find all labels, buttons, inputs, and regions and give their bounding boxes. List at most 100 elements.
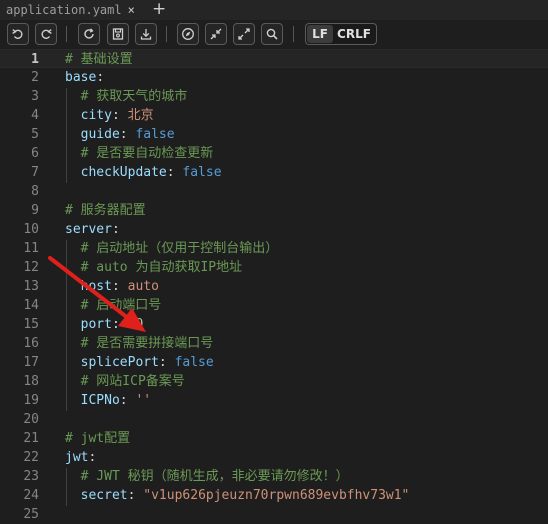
download-icon[interactable]	[135, 23, 157, 45]
code-text: base:	[65, 68, 104, 87]
code-token: "v1up626pjeuzn70rpwn689evbfhv73w1"	[143, 488, 410, 503]
code-text: jwt:	[65, 448, 96, 467]
line-number: 14	[23, 298, 39, 313]
toolbar: LF CRLF	[0, 20, 548, 50]
code-text: city: 北京	[65, 106, 154, 125]
code-line[interactable]: 21 # jwt配置	[0, 429, 548, 448]
line-number: 8	[31, 184, 39, 199]
line-number: 22	[23, 450, 39, 465]
code-token: splicePort	[65, 355, 159, 370]
code-text: # 启动端口号	[65, 296, 162, 315]
code-token: jwt	[65, 450, 89, 465]
line-number: 10	[23, 222, 39, 237]
code-editor[interactable]: 1 # 基础设置 2 base: 3 # 获取天气的城市 4 city: 北京 5 guid…	[0, 49, 548, 522]
line-number: 5	[31, 127, 39, 142]
line-number: 9	[31, 203, 39, 218]
code-token: :	[111, 222, 120, 237]
code-text: host: auto	[65, 277, 159, 296]
code-line[interactable]: 5 guide: false	[0, 125, 548, 144]
code-token: 80	[127, 317, 144, 332]
collapse-icon[interactable]	[205, 23, 227, 45]
code-token: :	[127, 488, 144, 503]
code-line[interactable]: 13 host: auto	[0, 277, 548, 296]
code-token: :	[111, 108, 128, 123]
code-token: false	[182, 165, 222, 180]
code-line[interactable]: 25	[0, 505, 548, 524]
code-token: :	[119, 127, 136, 142]
code-token: server	[65, 222, 112, 237]
code-text: # 基础设置	[65, 50, 133, 69]
code-text: # 服务器配置	[65, 201, 146, 220]
file-tab[interactable]: application.yaml ×	[0, 0, 141, 20]
code-line[interactable]: 23 # JWT 秘钥（随机生成，非必要请勿修改！）	[0, 467, 548, 486]
code-token: :	[88, 450, 97, 465]
line-number: 7	[31, 165, 39, 180]
code-line[interactable]: 9 # 服务器配置	[0, 201, 548, 220]
code-line[interactable]: 1 # 基础设置	[0, 49, 548, 68]
code-text: # 是否要自动检查更新	[65, 144, 214, 163]
code-line[interactable]: 3 # 获取天气的城市	[0, 87, 548, 106]
code-token: :	[166, 165, 183, 180]
code-text: # 是否需要拼接端口号	[65, 334, 214, 353]
code-line[interactable]: 2 base:	[0, 68, 548, 87]
code-text: guide: false	[65, 125, 175, 144]
code-line[interactable]: 10 server:	[0, 220, 548, 239]
line-number: 18	[23, 374, 39, 389]
code-line[interactable]: 7 checkUpdate: false	[0, 163, 548, 182]
code-line[interactable]: 16 # 是否需要拼接端口号	[0, 334, 548, 353]
line-number: 6	[31, 146, 39, 161]
code-line[interactable]: 11 # 启动地址（仅用于控制台输出）	[0, 239, 548, 258]
code-line[interactable]: 6 # 是否要自动检查更新	[0, 144, 548, 163]
code-token: # 启动地址（仅用于控制台输出）	[65, 241, 279, 256]
toolbar-divider	[293, 26, 294, 42]
code-token: # jwt配置	[65, 431, 131, 446]
tab-filename: application.yaml	[6, 3, 122, 17]
code-line[interactable]: 4 city: 北京	[0, 106, 548, 125]
code-line[interactable]: 18 # 网站ICP备案号	[0, 372, 548, 391]
code-token: :	[111, 317, 128, 332]
line-number: 2	[31, 70, 39, 85]
code-token: city	[65, 108, 112, 123]
code-line[interactable]: 22 jwt:	[0, 448, 548, 467]
code-text: splicePort: false	[65, 353, 214, 372]
code-text: # 启动地址（仅用于控制台输出）	[65, 239, 279, 258]
add-tab-icon[interactable]: +	[152, 0, 166, 19]
code-token: # 获取天气的城市	[65, 89, 188, 104]
code-line[interactable]: 19 ICPNo: ''	[0, 391, 548, 410]
code-line[interactable]: 8	[0, 182, 548, 201]
code-text: # auto 为自动获取IP地址	[65, 258, 242, 277]
undo-icon[interactable]	[7, 23, 29, 45]
eol-crlf-button[interactable]: CRLF	[337, 25, 371, 43]
search-icon[interactable]	[261, 23, 283, 45]
code-line[interactable]: 20	[0, 410, 548, 429]
compass-icon[interactable]	[177, 23, 199, 45]
close-icon[interactable]: ×	[128, 3, 135, 17]
code-token: auto	[127, 279, 159, 294]
code-line[interactable]: 17 splicePort: false	[0, 353, 548, 372]
line-number: 19	[23, 393, 39, 408]
save-icon[interactable]	[107, 23, 129, 45]
code-line[interactable]: 15 port: 80	[0, 315, 548, 334]
code-token: ''	[135, 393, 152, 408]
code-token: # 是否要自动检查更新	[65, 146, 214, 161]
code-token: # 网站ICP备案号	[65, 374, 185, 389]
code-text: ICPNo: ''	[65, 391, 151, 410]
code-token: false	[174, 355, 214, 370]
code-line[interactable]: 12 # auto 为自动获取IP地址	[0, 258, 548, 277]
tab-bar: application.yaml × +	[0, 0, 548, 20]
line-number: 15	[23, 317, 39, 332]
code-line[interactable]: 24 secret: "v1up626pjeuzn70rpwn689evbfhv…	[0, 486, 548, 505]
eol-lf-button[interactable]: LF	[307, 25, 333, 43]
redo-icon[interactable]	[35, 23, 57, 45]
line-number: 11	[23, 241, 39, 256]
code-token: base	[65, 70, 97, 85]
code-token: secret	[65, 488, 128, 503]
expand-icon[interactable]	[233, 23, 255, 45]
code-text: # 获取天气的城市	[65, 87, 188, 106]
refresh-icon[interactable]	[78, 23, 100, 45]
code-text: # 网站ICP备案号	[65, 372, 185, 391]
code-token: # 服务器配置	[65, 203, 146, 218]
code-text: port: 80	[65, 315, 144, 334]
code-line[interactable]: 14 # 启动端口号	[0, 296, 548, 315]
code-token: host	[65, 279, 112, 294]
